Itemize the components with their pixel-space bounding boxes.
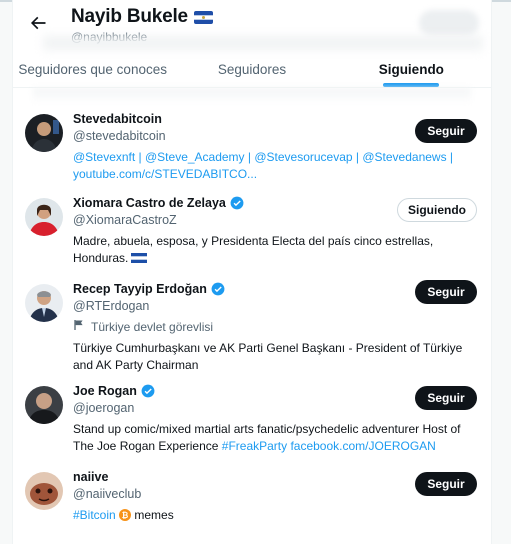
bio-links[interactable]: #FreakParty facebook.com/JOEROGAN bbox=[222, 439, 436, 453]
avatar[interactable] bbox=[25, 198, 63, 236]
bio-url[interactable]: youtube.com/c/STEVEDABITCO... bbox=[73, 166, 479, 183]
tab-bar: Seguidores que conoces Seguidores Siguie… bbox=[13, 52, 491, 88]
user-handle[interactable]: @RTErdogan bbox=[73, 299, 479, 313]
tab-label: Seguidores que conoces bbox=[18, 62, 167, 77]
flag-icon bbox=[73, 319, 85, 334]
following-button[interactable]: Siguiendo bbox=[397, 198, 477, 222]
bio-text: Stand up comic/mixed martial arts fanati… bbox=[73, 422, 461, 436]
bio-links[interactable]: @Stevexnft | @Steve_Academy | @Stevesoru… bbox=[73, 149, 479, 166]
svg-text:₿: ₿ bbox=[122, 511, 129, 520]
verified-badge-icon bbox=[141, 384, 155, 398]
page-title: Nayib Bukele bbox=[71, 6, 188, 27]
user-bio: @Stevexnft | @Steve_Academy | @Stevesoru… bbox=[73, 149, 479, 183]
user-name[interactable]: Recep Tayyip Erdoğan bbox=[73, 282, 207, 296]
avatar[interactable] bbox=[25, 114, 63, 152]
tab-followers-you-know[interactable]: Seguidores que conoces bbox=[13, 52, 172, 87]
user-cell[interactable]: naiive @naiiveclub #Bitcoin ₿ memes Segu… bbox=[13, 468, 491, 538]
arrow-left-icon bbox=[28, 13, 48, 38]
user-cell[interactable]: Recep Tayyip Erdoğan @RTErdogan Türkiye … bbox=[13, 278, 491, 380]
label-text: Türkiye devlet görevlisi bbox=[91, 319, 214, 334]
hashtag-link[interactable]: #Bitcoin bbox=[73, 508, 116, 522]
active-tab-indicator bbox=[383, 83, 440, 87]
tab-followers[interactable]: Seguidores bbox=[172, 52, 331, 87]
bio-text: The Joe Rogan Experience bbox=[73, 439, 222, 453]
user-bio: Madre, abuela, esposa, y Presidenta Elec… bbox=[73, 233, 479, 267]
follow-button[interactable]: Seguir bbox=[415, 472, 477, 496]
el-salvador-flag-icon bbox=[193, 10, 213, 24]
blurred-list-top bbox=[33, 88, 471, 104]
bio-text: Türkiye Cumhurbaşkanı ve AK Parti Genel … bbox=[73, 341, 463, 355]
user-name[interactable]: naiive bbox=[73, 470, 108, 484]
avatar[interactable] bbox=[25, 284, 63, 322]
user-bio: #Bitcoin ₿ memes bbox=[73, 507, 479, 524]
user-name[interactable]: Stevedabitcoin bbox=[73, 112, 162, 126]
honduras-flag-icon bbox=[131, 253, 148, 263]
following-panel: Nayib Bukele @nayibbukele Seguidores que… bbox=[12, 0, 492, 544]
user-name[interactable]: Xiomara Castro de Zelaya bbox=[73, 196, 226, 210]
follow-button[interactable]: Seguir bbox=[415, 280, 477, 304]
follow-button[interactable]: Seguir bbox=[415, 386, 477, 410]
follow-button[interactable]: Seguir bbox=[415, 119, 477, 143]
user-cell[interactable]: Xiomara Castro de Zelaya @XiomaraCastroZ… bbox=[13, 190, 491, 278]
tab-label: Seguidores bbox=[217, 62, 287, 77]
user-cell[interactable]: Joe Rogan @joerogan Stand up comic/mixed… bbox=[13, 380, 491, 468]
user-cell[interactable]: Stevedabitcoin @stevedabitcoin @Stevexnf… bbox=[13, 104, 491, 190]
user-name[interactable]: Joe Rogan bbox=[73, 384, 137, 398]
bio-text: Madre, abuela, esposa, y Presidenta Elec… bbox=[73, 234, 434, 248]
user-bio: Türkiye Cumhurbaşkanı ve AK Parti Genel … bbox=[73, 340, 479, 374]
bio-text: memes bbox=[131, 508, 174, 522]
blurred-background-band bbox=[43, 36, 483, 50]
user-bio: Stand up comic/mixed martial arts fanati… bbox=[73, 421, 479, 455]
avatar[interactable] bbox=[25, 472, 63, 510]
government-label: Türkiye devlet görevlisi bbox=[73, 319, 479, 334]
bio-text: and AK Party Chairman bbox=[73, 358, 199, 372]
blurred-header-element bbox=[419, 10, 479, 36]
verified-badge-icon bbox=[230, 196, 244, 210]
avatar[interactable] bbox=[25, 386, 63, 424]
profile-header: Nayib Bukele @nayibbukele bbox=[13, 0, 491, 52]
bio-text: Honduras. bbox=[73, 251, 129, 265]
tab-following[interactable]: Siguiendo bbox=[332, 52, 491, 87]
verified-badge-icon bbox=[211, 282, 225, 296]
bitcoin-icon: ₿ bbox=[119, 509, 132, 521]
tab-label: Siguiendo bbox=[378, 62, 444, 77]
